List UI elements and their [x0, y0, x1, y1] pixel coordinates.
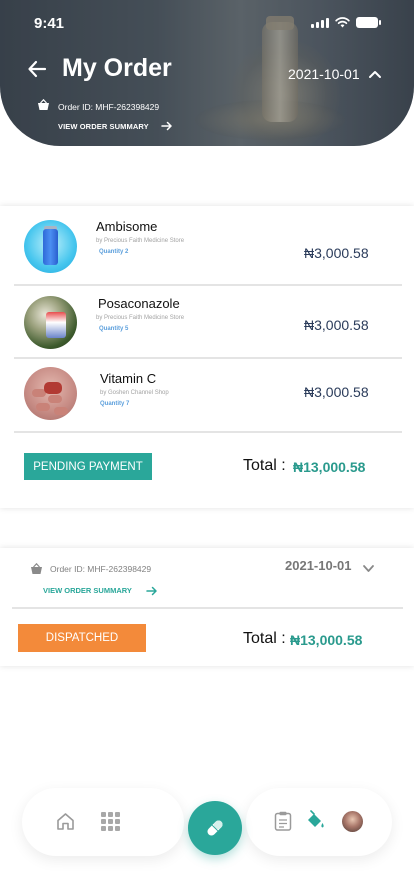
product-name: Ambisome — [96, 219, 158, 234]
product-quantity: Quantity 5 — [99, 326, 129, 332]
basket-icon — [31, 563, 42, 574]
page-title: My Order — [62, 54, 172, 82]
product-price: ₦3,000.58 — [304, 384, 369, 400]
home-icon[interactable] — [55, 811, 76, 832]
product-store: by Goshen Channel Shop — [100, 390, 169, 396]
product-name: Posaconazole — [98, 296, 180, 311]
product-image — [24, 220, 77, 273]
back-arrow-icon[interactable] — [26, 58, 48, 80]
order-card: Ambisome by Precious Faith Medicine Stor… — [0, 206, 414, 508]
grid-icon[interactable] — [100, 811, 121, 832]
total-label: Total : — [243, 630, 286, 647]
my-order-screen: 9:41 My Order 2021-10-01 Order ID: MHF-2… — [0, 0, 414, 878]
arrow-right-icon[interactable] — [146, 586, 158, 596]
status-badge-dispatched[interactable]: DISPATCHED — [18, 624, 146, 652]
order-id: Order ID: MHF-262398429 — [58, 102, 160, 112]
order-card-collapsed[interactable]: Order ID: MHF-262398429 2021-10-01 VIEW … — [0, 548, 414, 666]
pill-icon — [207, 820, 223, 836]
product-price: ₦3,000.58 — [304, 317, 369, 333]
arrow-right-icon[interactable] — [161, 121, 173, 131]
view-order-summary-link[interactable]: VIEW ORDER SUMMARY — [43, 586, 132, 595]
product-image — [24, 367, 77, 420]
order-id: Order ID: MHF-262398429 — [50, 564, 152, 574]
product-store: by Precious Faith Medicine Store — [96, 238, 185, 244]
clipboard-icon[interactable] — [274, 811, 292, 831]
status-badge-pending-payment[interactable]: PENDING PAYMENT — [24, 453, 152, 480]
avatar[interactable] — [342, 811, 363, 832]
divider — [14, 431, 402, 433]
order-item[interactable]: Posaconazole by Precious Faith Medicine … — [0, 284, 414, 356]
total-value: ₦13,000.58 — [293, 459, 366, 475]
paint-bucket-icon[interactable] — [305, 810, 326, 831]
product-store: by Precious Faith Medicine Store — [96, 315, 185, 321]
order-item[interactable]: Vitamin C by Goshen Channel Shop Quantit… — [0, 357, 414, 429]
product-quantity: Quantity 2 — [99, 249, 129, 255]
order-date: 2021-10-01 — [288, 66, 360, 82]
signal-icon — [311, 18, 329, 28]
product-quantity: Quantity 7 — [100, 401, 130, 407]
view-order-summary-link[interactable]: VIEW ORDER SUMMARY — [58, 122, 149, 131]
header: 9:41 My Order 2021-10-01 Order ID: MHF-2… — [0, 0, 414, 146]
order-date: 2021-10-01 — [285, 558, 352, 573]
product-image — [24, 296, 77, 349]
pill-nav-button[interactable] — [188, 801, 242, 855]
total-value: ₦13,000.58 — [290, 632, 363, 648]
chevron-up-icon[interactable] — [368, 69, 382, 79]
product-name: Vitamin C — [100, 371, 157, 386]
product-price: ₦3,000.58 — [304, 245, 369, 261]
basket-icon — [38, 99, 49, 110]
divider — [12, 607, 403, 609]
battery-icon — [356, 17, 381, 28]
order-item[interactable]: Ambisome by Precious Faith Medicine Stor… — [0, 206, 414, 278]
chevron-down-icon[interactable] — [362, 564, 375, 573]
total-label: Total : — [243, 457, 286, 474]
status-icons — [311, 17, 381, 28]
status-time: 9:41 — [34, 15, 65, 32]
wifi-icon — [335, 17, 350, 28]
